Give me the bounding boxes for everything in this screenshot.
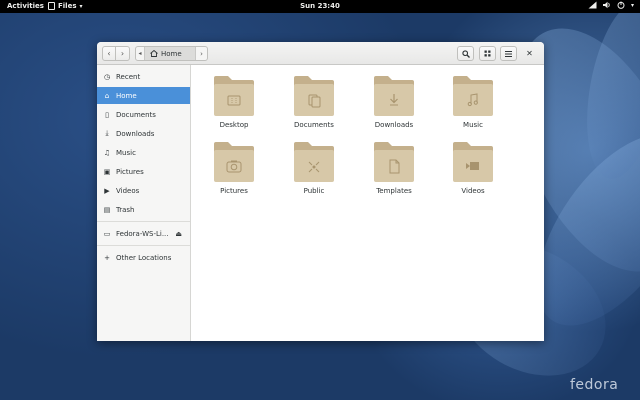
download-icon: ⤓ [105,129,109,137]
folder-icon [214,142,254,182]
path-button-home[interactable]: Home [145,47,195,60]
sidebar-item-home[interactable]: ⌂ Home [97,87,190,104]
folder-item[interactable]: Videos [438,140,508,202]
folder-icon [214,76,254,116]
sidebar-separator [97,245,190,246]
folder-label: Videos [461,187,485,195]
volume-icon [602,1,610,9]
sidebar-item-label: Other Locations [116,253,172,262]
files-window: ‹ › ◂ Home › ✕ ◷ Recent ⌂ Home ▯ Documen… [97,42,544,341]
trash-icon: ▤ [103,205,111,214]
folder-label: Templates [376,187,412,195]
home-icon [150,50,158,57]
drive-icon: ▭ [103,229,111,238]
menu-button[interactable] [500,46,517,61]
clock[interactable]: Sun 23:40 [0,2,640,10]
folder-icon [453,76,493,116]
view-toggle-button[interactable] [479,46,496,61]
pictures-icon: ▣ [103,167,111,176]
status-menu[interactable]: ▾ [588,1,634,9]
sidebar-item-other-locations[interactable]: + Other Locations [97,249,190,266]
close-button[interactable]: ✕ [522,46,537,61]
top-bar: Activities Files ▾ Sun 23:40 ▾ [0,0,640,13]
sidebar-item-trash[interactable]: ▤ Trash [97,201,190,218]
sidebar-item-label: Pictures [116,167,144,176]
plus-icon: + [104,253,110,262]
close-icon: ✕ [526,49,533,58]
folder-label: Public [303,187,325,195]
search-button[interactable] [457,46,474,61]
sidebar-item-videos[interactable]: ▶ Videos [97,182,190,199]
folder-label: Music [463,121,483,129]
sidebar-item-drive[interactable]: ▭ Fedora-WS-Li... ⏏ [97,225,190,242]
folder-label: Pictures [220,187,248,195]
folder-icon [374,76,414,116]
sidebar-item-label: Videos [116,186,140,195]
chevron-left-icon: ‹ [107,49,111,58]
sidebar: ◷ Recent ⌂ Home ▯ Documents ⤓ Downloads … [97,65,191,341]
path-home-label: Home [161,49,182,58]
path-scroll-left-button[interactable]: ◂ [136,47,145,60]
sidebar-item-recent[interactable]: ◷ Recent [97,68,190,85]
folder-item[interactable]: Music [438,74,508,136]
back-button[interactable]: ‹ [102,46,116,61]
folder-label: Desktop [219,121,249,129]
folder-icon [453,142,493,182]
sidebar-item-label: Downloads [116,129,155,138]
sidebar-item-pictures[interactable]: ▣ Pictures [97,163,190,180]
folder-item[interactable]: Documents [279,74,349,136]
fedora-logo: fedora [570,377,619,393]
eject-icon[interactable]: ⏏ [175,230,182,238]
chevron-down-icon: ▾ [630,1,634,9]
power-icon [617,1,625,9]
home-icon: ⌂ [104,91,110,100]
sidebar-item-label: Documents [116,110,156,119]
sidebar-item-label: Recent [116,72,141,81]
folder-label: Documents [294,121,334,129]
folder-item[interactable]: Downloads [359,74,429,136]
sidebar-item-downloads[interactable]: ⤓ Downloads [97,125,190,142]
sidebar-item-label: Music [116,148,136,157]
folder-icon [374,142,414,182]
folder-label: Downloads [374,121,414,129]
search-icon [461,49,470,58]
chevron-right-icon: › [120,49,125,58]
path-bar: ◂ Home › [135,46,208,61]
sidebar-item-label: Fedora-WS-Li... [116,229,169,238]
sidebar-separator [97,221,190,222]
sidebar-item-documents[interactable]: ▯ Documents [97,106,190,123]
forward-button[interactable]: › [116,46,130,61]
folder-item[interactable]: Public [279,140,349,202]
sidebar-item-label: Home [116,91,137,100]
document-icon: ▯ [105,110,109,119]
folder-icon [294,142,334,182]
sidebar-item-music[interactable]: ♫ Music [97,144,190,161]
folder-icon [294,76,334,116]
folder-item[interactable]: Desktop [199,74,269,136]
folder-item[interactable]: Templates [359,140,429,202]
path-scroll-right-button[interactable]: › [195,47,207,60]
hamburger-icon [505,50,512,57]
network-icon [588,1,597,9]
file-view: Desktop Documents Downloads Music Pictures Pu… [192,65,544,341]
video-icon: ▶ [104,186,110,195]
music-icon: ♫ [103,148,111,157]
grid-icon [484,50,491,57]
clock-icon: ◷ [103,72,111,81]
sidebar-item-label: Trash [116,205,135,214]
header-bar: ‹ › ◂ Home › ✕ [97,42,544,65]
folder-item[interactable]: Pictures [199,140,269,202]
